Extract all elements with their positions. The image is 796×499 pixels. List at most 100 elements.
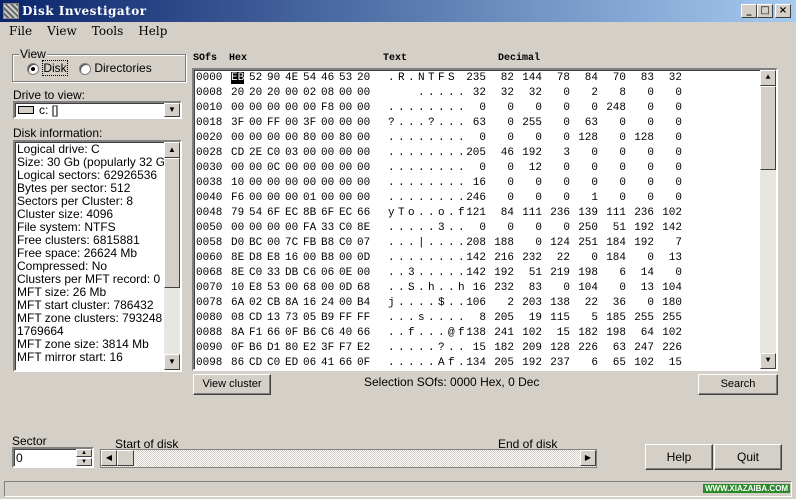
scroll-down-icon[interactable]: ▼ bbox=[164, 354, 180, 370]
hex-byte[interactable]: D0 bbox=[231, 237, 249, 249]
hex-byte[interactable]: 0F bbox=[231, 342, 249, 354]
hex-byte[interactable]: 00 bbox=[303, 162, 321, 174]
hex-byte[interactable]: 00 bbox=[249, 162, 267, 174]
menu-view[interactable]: View bbox=[47, 24, 77, 38]
hex-byte[interactable]: 00 bbox=[357, 102, 375, 114]
hex-byte[interactable]: 00 bbox=[231, 162, 249, 174]
hex-byte[interactable]: 00 bbox=[321, 162, 339, 174]
hex-byte[interactable]: 10 bbox=[231, 282, 249, 294]
hex-byte[interactable]: EB bbox=[231, 72, 249, 84]
hex-byte[interactable]: 00 bbox=[321, 117, 339, 129]
hex-row[interactable]: 0088 8A F1 66 0F B6 C6 40 66 ..f...@f 138 241 102 15 1… bbox=[194, 327, 759, 342]
hex-byte[interactable]: 00 bbox=[357, 87, 375, 99]
sector-scrollbar[interactable]: ◀ ▶ bbox=[100, 449, 597, 468]
hex-row[interactable]: 0048 79 54 6F EC 8B 6F EC 66 yTo..o.f 121 84 111 236 1… bbox=[194, 207, 759, 222]
hex-byte[interactable]: 86 bbox=[231, 357, 249, 369]
hex-byte[interactable]: 05 bbox=[303, 312, 321, 324]
hex-byte[interactable]: 20 bbox=[249, 87, 267, 99]
hex-byte[interactable]: 73 bbox=[285, 312, 303, 324]
hex-byte[interactable]: 10 bbox=[231, 177, 249, 189]
hex-byte[interactable]: 33 bbox=[321, 222, 339, 234]
hex-byte[interactable]: B8 bbox=[321, 252, 339, 264]
radio-directories[interactable]: Directories bbox=[79, 61, 152, 75]
hex-byte[interactable]: B8 bbox=[321, 237, 339, 249]
hex-byte[interactable]: 68 bbox=[303, 282, 321, 294]
hex-byte[interactable]: E2 bbox=[357, 342, 375, 354]
hex-byte[interactable]: 00 bbox=[231, 132, 249, 144]
hex-byte[interactable]: 08 bbox=[321, 87, 339, 99]
hex-byte[interactable]: C0 bbox=[339, 237, 357, 249]
hex-byte[interactable]: 00 bbox=[249, 117, 267, 129]
hex-byte[interactable]: 00 bbox=[321, 132, 339, 144]
hex-byte[interactable]: 8A bbox=[285, 297, 303, 309]
hex-row[interactable]: 0028 CD 2E C0 03 00 00 00 00........ 205 46 192 3 0 0 0… bbox=[194, 147, 759, 162]
hex-byte[interactable]: 00 bbox=[249, 132, 267, 144]
hex-byte[interactable]: 00 bbox=[285, 117, 303, 129]
hex-byte[interactable]: 4E bbox=[285, 72, 303, 84]
hex-byte[interactable]: 00 bbox=[285, 282, 303, 294]
hex-byte[interactable]: 52 bbox=[249, 72, 267, 84]
hex-byte[interactable]: 00 bbox=[321, 192, 339, 204]
hex-byte[interactable]: E8 bbox=[267, 252, 285, 264]
hex-row[interactable]: 0060 8E D8 E8 16 00 B8 00 0D........ 142 216 232 22 0… bbox=[194, 252, 759, 267]
hex-byte[interactable]: 90 bbox=[267, 72, 285, 84]
hex-byte[interactable]: 66 bbox=[357, 207, 375, 219]
scroll-thumb[interactable] bbox=[164, 158, 180, 288]
scroll-up-icon[interactable]: ▲ bbox=[760, 70, 776, 86]
hex-byte[interactable]: E2 bbox=[303, 342, 321, 354]
hex-byte[interactable]: 79 bbox=[231, 207, 249, 219]
hex-byte[interactable]: 0E bbox=[339, 267, 357, 279]
hex-byte[interactable]: 00 bbox=[339, 177, 357, 189]
hex-byte[interactable]: 7C bbox=[285, 237, 303, 249]
drive-select[interactable]: c: [] ▼ bbox=[13, 101, 182, 119]
scroll-up-icon[interactable]: ▲ bbox=[164, 142, 180, 158]
hex-row[interactable]: 0030 00 00 0C 00 00 00 00 00........ 0 0 12 0 0 0 0 0 bbox=[194, 162, 759, 177]
hex-byte[interactable]: 0F bbox=[357, 357, 375, 369]
hex-byte[interactable]: D8 bbox=[249, 252, 267, 264]
menu-help[interactable]: Help bbox=[138, 24, 167, 38]
hex-byte[interactable]: F1 bbox=[249, 327, 267, 339]
chevron-down-icon[interactable]: ▼ bbox=[164, 103, 180, 117]
hex-byte[interactable]: 00 bbox=[303, 147, 321, 159]
hex-byte[interactable]: E8 bbox=[249, 282, 267, 294]
hex-row[interactable]: 0080 08 CD 13 73 05 B9 FF FF ...s.... 8 205 19 115 5 18… bbox=[194, 312, 759, 327]
disk-info-list[interactable]: Logical drive: C Size: 30 Gb (popularly 3… bbox=[13, 140, 182, 372]
hex-byte[interactable]: CD bbox=[249, 312, 267, 324]
hex-byte[interactable]: C0 bbox=[267, 147, 285, 159]
hex-byte[interactable]: 00 bbox=[339, 192, 357, 204]
hex-byte[interactable]: 01 bbox=[303, 192, 321, 204]
hex-byte[interactable]: DB bbox=[285, 267, 303, 279]
spin-up-icon[interactable]: ▲ bbox=[76, 449, 92, 457]
hex-byte[interactable]: 33 bbox=[267, 267, 285, 279]
hex-byte[interactable]: CB bbox=[267, 297, 285, 309]
hex-byte[interactable]: 00 bbox=[357, 267, 375, 279]
hex-byte[interactable]: 0D bbox=[339, 282, 357, 294]
hex-byte[interactable]: 07 bbox=[357, 237, 375, 249]
hex-byte[interactable]: 8B bbox=[303, 207, 321, 219]
disk-info-scrollbar[interactable]: ▲ ▼ bbox=[164, 142, 180, 370]
hex-byte[interactable]: 8A bbox=[231, 327, 249, 339]
hex-byte[interactable]: FF bbox=[357, 312, 375, 324]
hex-byte[interactable]: 00 bbox=[267, 132, 285, 144]
hex-byte[interactable]: 00 bbox=[285, 222, 303, 234]
hex-byte[interactable]: 6F bbox=[267, 207, 285, 219]
hex-byte[interactable]: ED bbox=[285, 357, 303, 369]
hex-row[interactable]: 0000 EB 52 90 4E 54 46 53 20 .R.NTFS 235 82 144 78 84… bbox=[194, 72, 759, 87]
hex-row[interactable]: 0068 8E C0 33 DB C6 06 0E 00 ..3..... 142 192 51 219 1… bbox=[194, 267, 759, 282]
hex-byte[interactable]: 08 bbox=[231, 312, 249, 324]
maximize-button[interactable]: □ bbox=[757, 4, 773, 18]
hex-byte[interactable]: 02 bbox=[303, 87, 321, 99]
hex-byte[interactable]: C0 bbox=[339, 222, 357, 234]
hex-byte[interactable]: 00 bbox=[321, 282, 339, 294]
hex-scrollbar[interactable]: ▲ ▼ bbox=[760, 70, 776, 369]
hex-byte[interactable]: FF bbox=[267, 117, 285, 129]
hex-byte[interactable]: 00 bbox=[267, 192, 285, 204]
hex-row[interactable]: 0058 D0 BC 00 7C FB B8 C0 07 ...|.... 208 188 0 124 25… bbox=[194, 237, 759, 252]
hex-byte[interactable]: 80 bbox=[285, 342, 303, 354]
scroll-down-icon[interactable]: ▼ bbox=[760, 353, 776, 369]
scroll-right-icon[interactable]: ▶ bbox=[580, 450, 596, 466]
hex-byte[interactable]: FB bbox=[303, 237, 321, 249]
hex-byte[interactable]: 00 bbox=[339, 252, 357, 264]
hex-byte[interactable]: CD bbox=[249, 357, 267, 369]
view-cluster-button[interactable]: View cluster bbox=[193, 374, 271, 395]
